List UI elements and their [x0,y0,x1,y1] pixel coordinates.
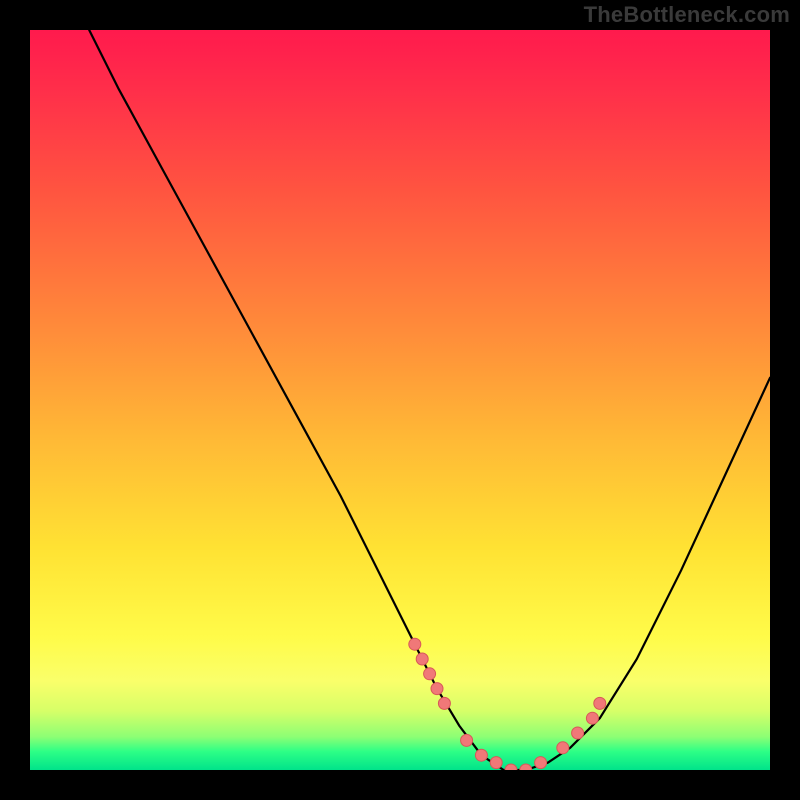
bottleneck-curve [89,30,770,770]
curve-svg [30,30,770,770]
marker-point [475,749,487,761]
highlight-markers [409,638,606,770]
marker-point [505,764,517,770]
marker-point [490,757,502,769]
marker-point [586,712,598,724]
watermark-text: TheBottleneck.com [584,2,790,28]
marker-point [431,683,443,695]
marker-point [424,668,436,680]
marker-point [520,764,532,770]
marker-point [572,727,584,739]
marker-point [409,638,421,650]
marker-point [594,697,606,709]
marker-point [461,734,473,746]
chart-frame: TheBottleneck.com [0,0,800,800]
marker-point [416,653,428,665]
marker-point [535,757,547,769]
marker-point [557,742,569,754]
marker-point [438,697,450,709]
plot-area [30,30,770,770]
